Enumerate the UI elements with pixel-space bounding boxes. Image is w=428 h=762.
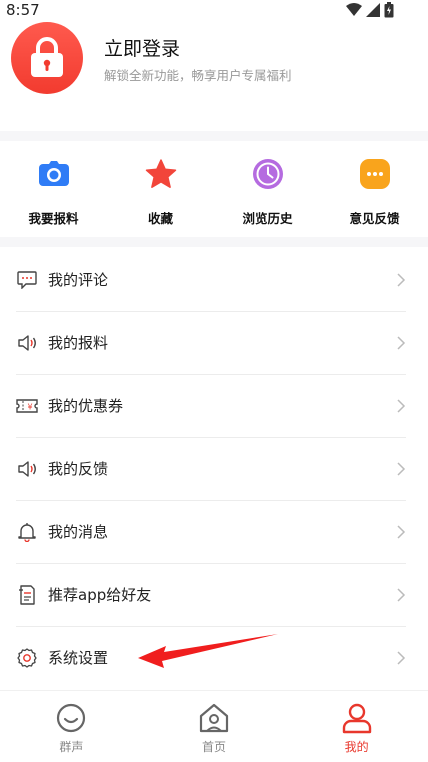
login-subtitle: 解锁全新功能，畅享用户专属福利 [104,68,292,83]
camera-icon [36,156,72,192]
battery-icon [384,2,394,18]
quick-actions: 我要报料 收藏 浏览历史 意见反馈 [0,141,428,237]
status-icons [346,2,394,18]
menu-item-label: 我的报料 [48,334,109,352]
quick-action-label: 意见反馈 [349,211,400,226]
quick-action-feedback[interactable]: 意见反馈 [321,141,428,237]
menu-list: 我的评论 我的报料 ¥ 我的优惠券 我的反馈 我的消息 推荐app给好友 系统设… [0,249,428,690]
chat-bubble-icon [357,156,393,192]
menu-item-feedback[interactable]: 我的反馈 [16,438,406,501]
menu-item-label: 我的评论 [48,271,109,289]
smile-face-icon [55,702,87,734]
nav-tab-mine[interactable]: 我的 [285,691,428,762]
menu-item-reports[interactable]: 我的报料 [16,312,406,375]
wifi-icon [346,3,362,16]
signal-icon [366,3,380,17]
section-divider [0,131,428,141]
chevron-right-icon [397,273,406,287]
chevron-right-icon [397,651,406,665]
gear-icon [16,647,38,669]
nav-label: 我的 [344,740,369,754]
nav-label: 群声 [59,740,84,754]
chevron-right-icon [397,588,406,602]
speaker-icon [16,458,38,480]
chevron-right-icon [397,336,406,350]
menu-item-recommend-app[interactable]: 推荐app给好友 [16,564,406,627]
svg-text:¥: ¥ [27,403,32,412]
status-time: 8:57 [6,1,40,19]
menu-item-settings[interactable]: 系统设置 [16,627,406,690]
home-icon [198,702,230,734]
menu-item-label: 我的消息 [48,523,109,541]
quick-action-history[interactable]: 浏览历史 [214,141,321,237]
menu-item-coupons[interactable]: ¥ 我的优惠券 [16,375,406,438]
quick-action-favorites[interactable]: 收藏 [107,141,214,237]
menu-item-label: 系统设置 [48,649,109,667]
nav-tab-home[interactable]: 首页 [143,691,286,762]
quick-action-label: 收藏 [147,211,173,226]
menu-item-label: 推荐app给好友 [48,586,152,604]
comment-icon [16,269,38,291]
chevron-right-icon [397,399,406,413]
user-icon [341,702,373,734]
coupon-icon: ¥ [16,395,38,417]
speaker-icon [16,332,38,354]
star-icon [143,156,179,192]
chevron-right-icon [397,462,406,476]
menu-item-messages[interactable]: 我的消息 [16,501,406,564]
quick-action-label: 浏览历史 [242,211,293,226]
quick-action-report[interactable]: 我要报料 [0,141,107,237]
chevron-right-icon [397,525,406,539]
profile-header[interactable]: 立即登录 解锁全新功能，畅享用户专属福利 [0,18,428,130]
avatar[interactable] [11,22,83,94]
bottom-nav: 群声 首页 我的 [0,690,428,762]
menu-item-comments[interactable]: 我的评论 [16,249,406,312]
nav-label: 首页 [202,740,227,754]
lock-icon [31,37,63,77]
share-doc-icon [16,584,38,606]
login-title[interactable]: 立即登录 [104,34,180,61]
section-divider [0,237,428,247]
menu-item-label: 我的优惠券 [48,397,124,415]
quick-action-label: 我要报料 [28,211,79,226]
bell-icon [16,521,38,543]
nav-tab-community[interactable]: 群声 [0,691,143,762]
clock-icon [250,156,286,192]
menu-item-label: 我的反馈 [48,460,109,478]
